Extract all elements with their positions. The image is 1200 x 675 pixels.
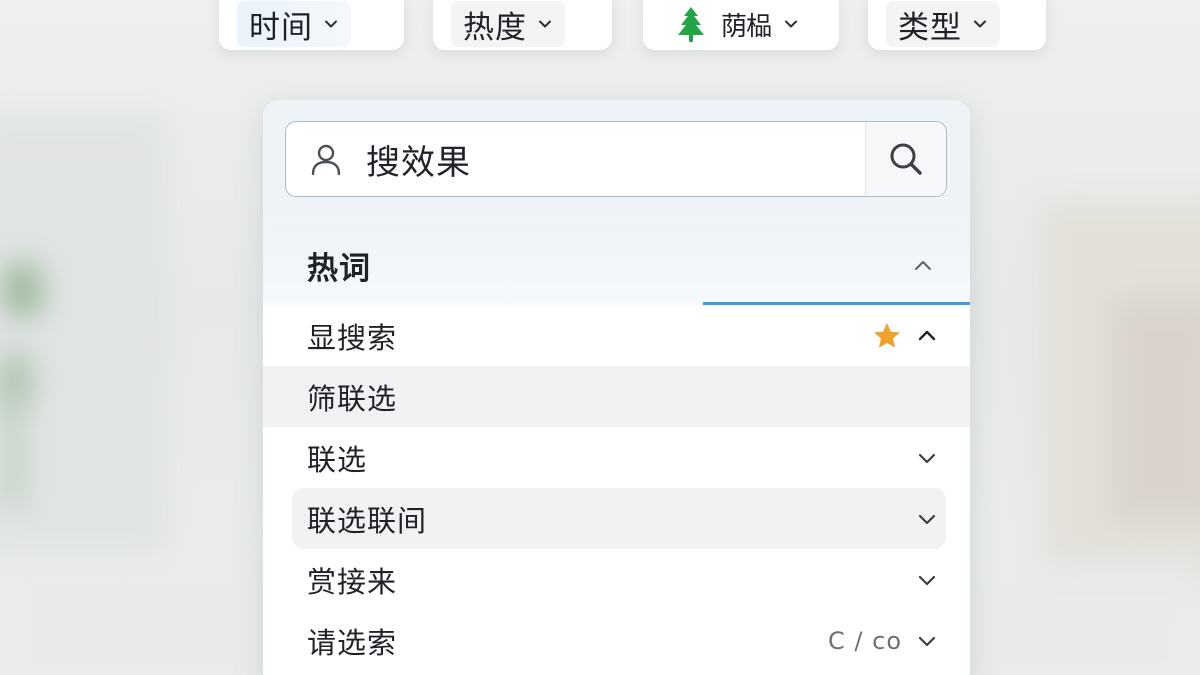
background-wall-panel <box>0 110 170 560</box>
list-item-label: 显搜索 <box>307 320 398 355</box>
suggestion-list: 热词 显搜索 筛联选 联选 联选联间 赏接来 请选索 C / co <box>263 225 970 675</box>
list-header-title: 热词 <box>307 250 371 287</box>
filter-time-chip[interactable]: 时间 <box>219 0 404 50</box>
shortcut-hint: C / co <box>828 626 902 655</box>
list-item[interactable]: 联选 <box>263 427 970 488</box>
background-shelf-inner <box>1110 300 1200 520</box>
list-item[interactable]: 请选索 C / co <box>263 610 970 671</box>
tree-icon <box>678 7 704 42</box>
list-item-trail <box>872 321 938 351</box>
list-item[interactable]: 联选联间 <box>292 488 946 549</box>
chevron-down-icon[interactable] <box>916 447 938 469</box>
filter-tree-chip[interactable]: 荫榀 <box>643 0 839 50</box>
chevron-up-icon[interactable] <box>916 325 938 347</box>
filter-heat-label: 热度 <box>463 9 527 46</box>
search-button[interactable] <box>865 122 946 196</box>
chevron-down-icon <box>974 20 986 28</box>
list-item[interactable]: 显搜索 <box>263 305 970 366</box>
list-item-label: 筛联选 <box>307 381 398 416</box>
star-icon[interactable] <box>872 321 902 351</box>
list-item[interactable]: 筛联选 <box>263 366 970 427</box>
list-item-trail <box>916 569 938 591</box>
search-panel: 搜效果 热词 显搜索 筛联选 联选 联选联间 赏接来 请选索 C / co <box>263 100 970 675</box>
list-item[interactable]: 赏接来 <box>263 549 970 610</box>
list-item-label: 联选 <box>307 442 368 477</box>
chevron-down-icon <box>539 20 551 28</box>
list-item-label: 请选索 <box>307 625 398 660</box>
user-icon <box>311 144 341 176</box>
chevron-down-icon[interactable] <box>916 569 938 591</box>
filter-tree-inner: 荫榀 <box>661 1 811 47</box>
filter-tree-label: 荫榀 <box>721 11 772 42</box>
chevron-down-icon[interactable] <box>916 630 938 652</box>
filter-time-inner: 时间 <box>237 1 351 47</box>
filter-heat-inner: 热度 <box>451 1 565 47</box>
search-value[interactable]: 搜效果 <box>366 135 865 184</box>
list-item-label: 赏接来 <box>307 564 398 599</box>
search-icon <box>890 143 922 175</box>
filter-time-label: 时间 <box>249 9 313 46</box>
list-header-hot-words[interactable]: 热词 <box>263 225 970 305</box>
filter-type-chip[interactable]: 类型 <box>868 0 1046 50</box>
list-item-label: 联选联间 <box>307 503 428 538</box>
list-item-trail <box>916 447 938 469</box>
filter-heat-chip[interactable]: 热度 <box>433 0 612 50</box>
chevron-down-icon <box>785 20 798 28</box>
chevron-down-icon <box>325 20 337 28</box>
filter-type-label: 类型 <box>898 9 962 46</box>
background-plant <box>0 260 45 320</box>
chevron-up-icon[interactable] <box>912 255 934 277</box>
background-plant-stem <box>0 400 25 510</box>
list-item-trail <box>916 508 938 530</box>
search-input[interactable]: 搜效果 <box>285 121 947 197</box>
list-item-trail: C / co <box>828 627 938 655</box>
chevron-down-icon[interactable] <box>916 508 938 530</box>
filter-type-inner: 类型 <box>886 1 1000 47</box>
